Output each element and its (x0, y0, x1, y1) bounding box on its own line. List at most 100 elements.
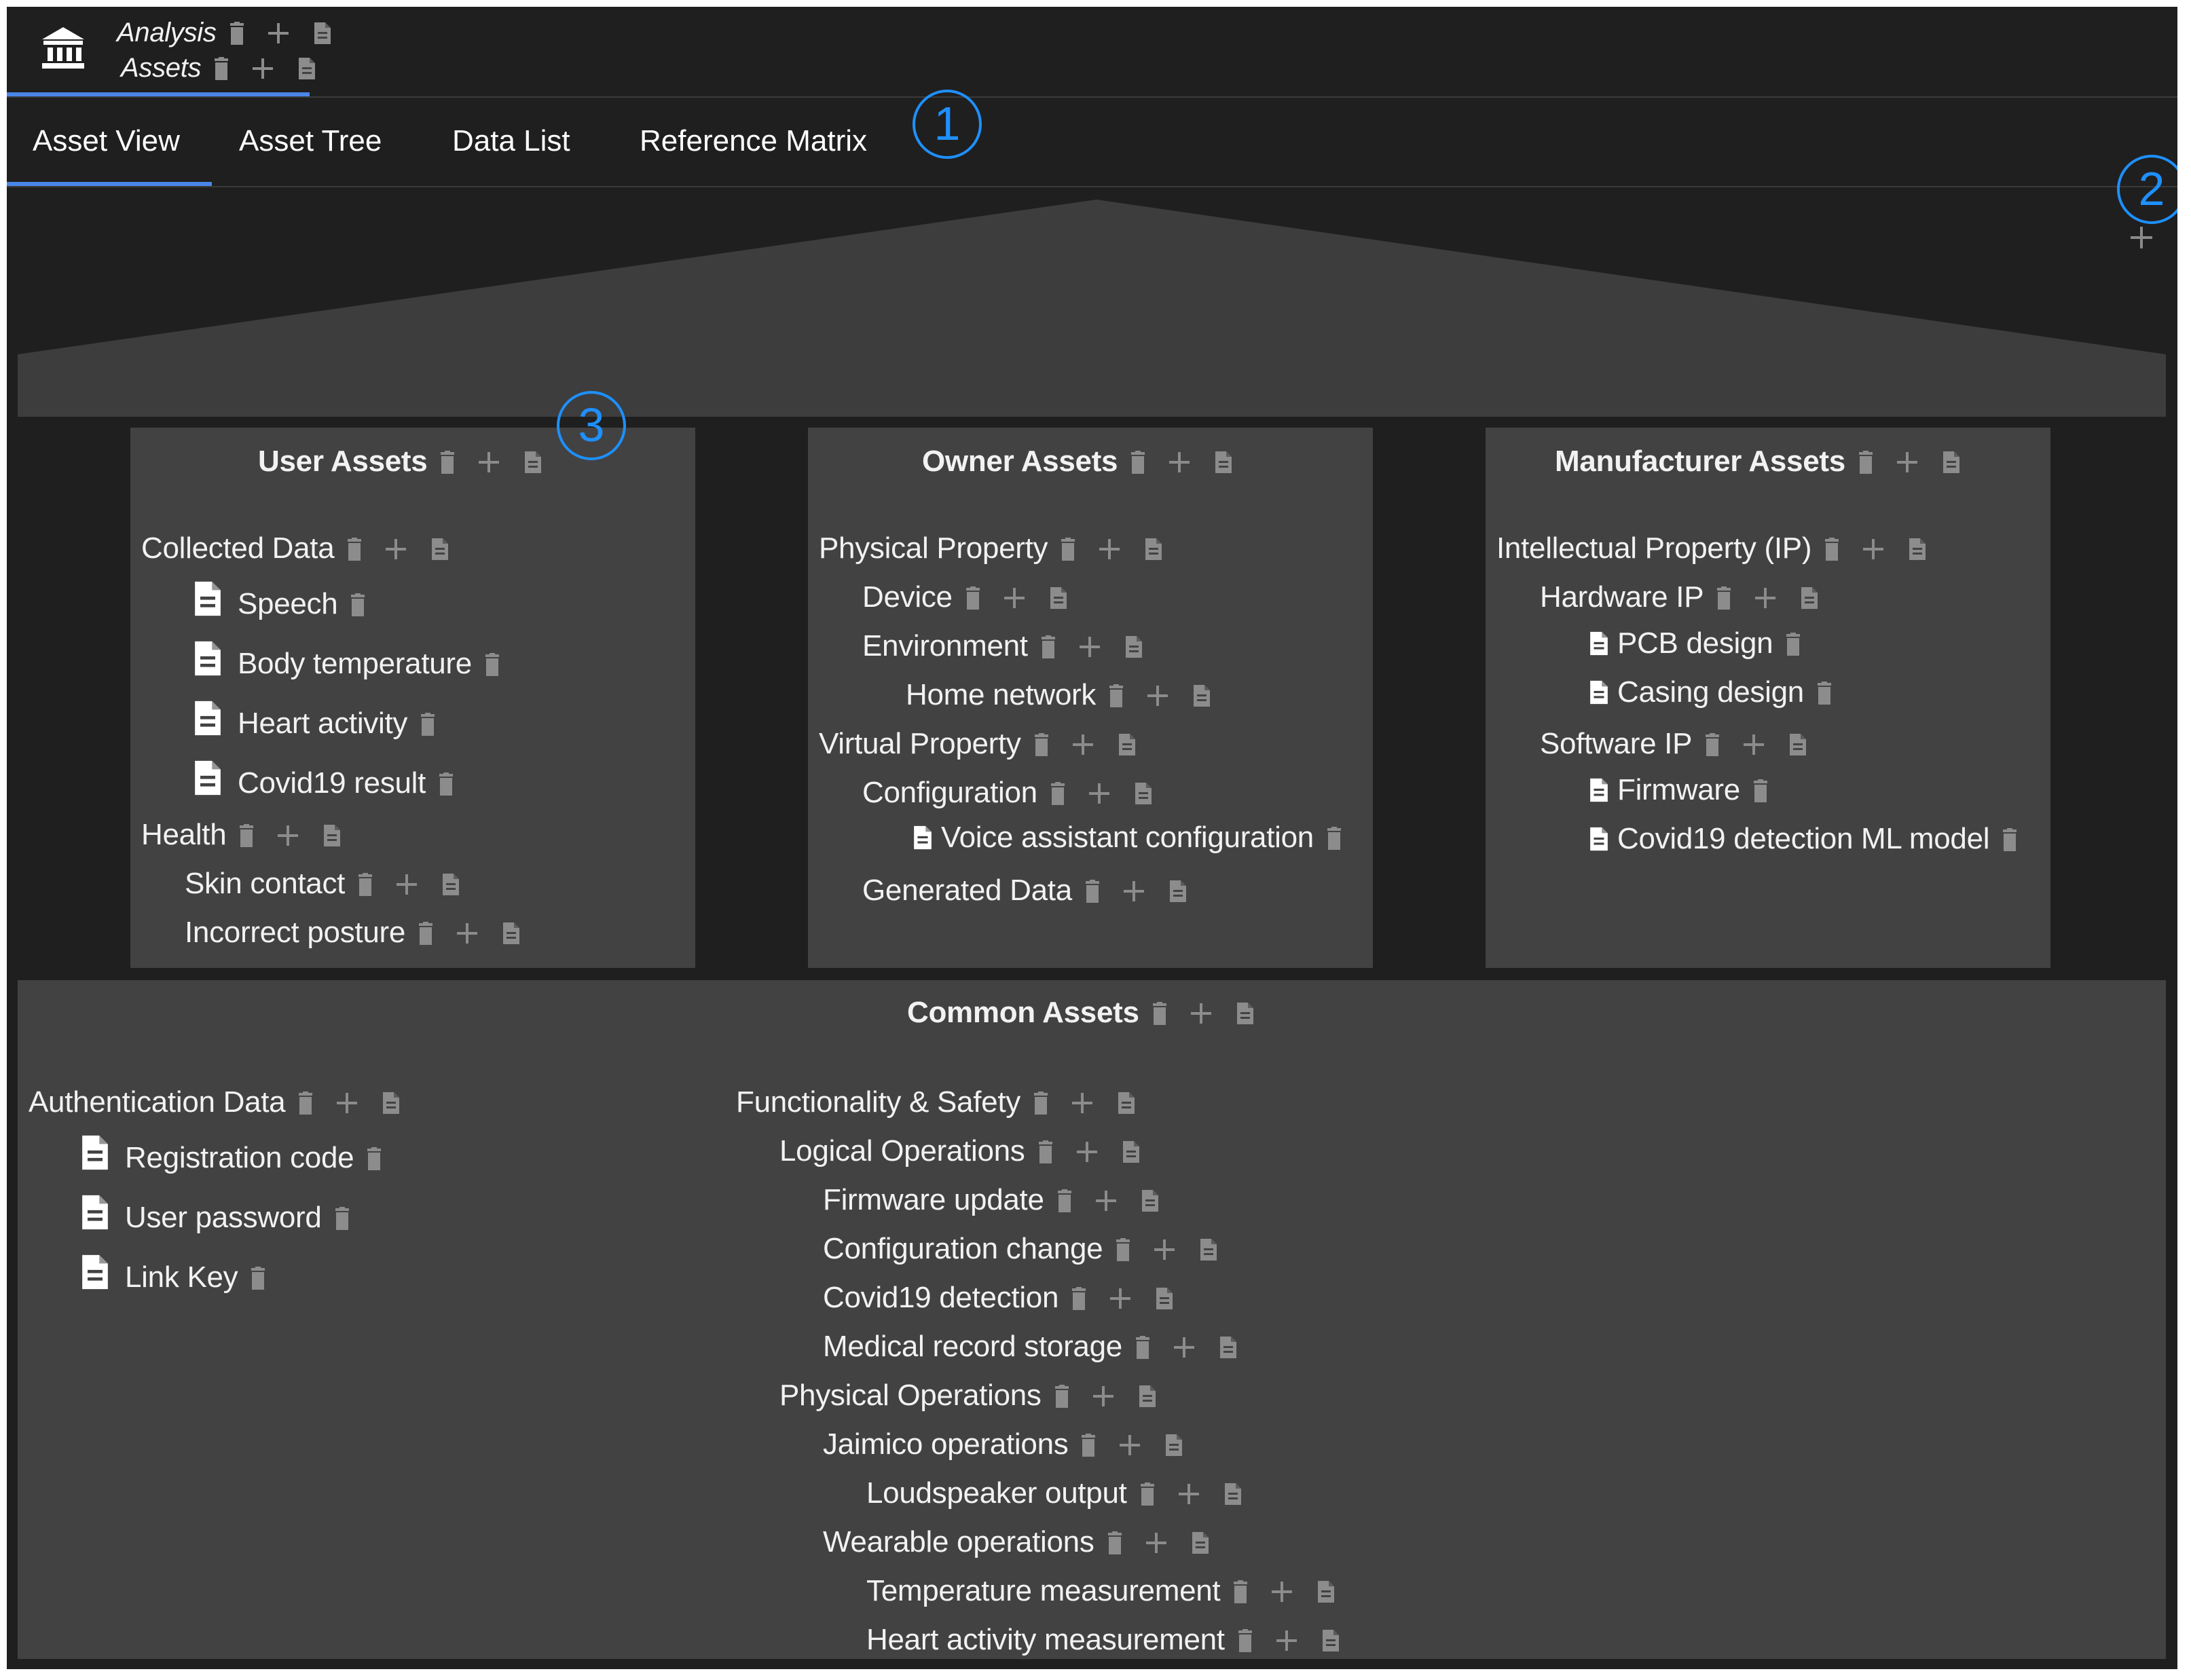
delete-icon[interactable] (297, 1091, 314, 1115)
document-icon[interactable] (1321, 1628, 1340, 1654)
add-icon[interactable] (1153, 1238, 1176, 1261)
delete-icon[interactable] (366, 1147, 382, 1170)
delete-icon[interactable] (1752, 779, 1769, 802)
document-icon[interactable] (441, 872, 460, 897)
delete-icon[interactable] (1060, 538, 1076, 561)
asset-item[interactable]: Voice assistant configuration (941, 819, 1314, 857)
document-icon[interactable] (1155, 1286, 1174, 1311)
add-icon[interactable] (1275, 1629, 1298, 1652)
delete-icon[interactable] (1054, 1385, 1070, 1408)
document-icon[interactable] (1199, 1237, 1218, 1263)
asset-item[interactable]: Physical Operations (779, 1377, 1042, 1415)
add-icon[interactable] (1109, 1287, 1132, 1310)
delete-icon[interactable] (1130, 451, 1146, 474)
asset-item[interactable]: Hardware IP (1540, 578, 1704, 616)
delete-icon[interactable] (965, 586, 981, 610)
asset-item[interactable]: Body temperature (238, 645, 472, 683)
document-icon[interactable] (1118, 732, 1137, 758)
asset-item[interactable]: Heart activity measurement (866, 1621, 1225, 1659)
asset-item[interactable]: Jaimico operations (823, 1425, 1069, 1463)
document-icon[interactable] (1191, 1530, 1210, 1556)
delete-icon[interactable] (346, 538, 363, 561)
delete-icon[interactable] (420, 713, 436, 736)
asset-item[interactable]: Firmware update (823, 1181, 1044, 1219)
add-icon[interactable] (1862, 538, 1885, 561)
delete-icon[interactable] (439, 451, 456, 474)
asset-item[interactable]: Casing design (1617, 673, 1804, 711)
delete-icon[interactable] (357, 873, 373, 896)
add-icon[interactable] (1190, 1002, 1213, 1025)
add-icon[interactable] (1270, 1580, 1293, 1603)
delete-icon[interactable] (1080, 1434, 1097, 1457)
delete-icon[interactable] (1071, 1287, 1087, 1310)
document-icon[interactable] (1942, 449, 1961, 475)
delete-icon[interactable] (1108, 684, 1124, 707)
asset-item[interactable]: Firmware (1617, 771, 1740, 809)
document-icon[interactable] (1122, 1139, 1141, 1165)
asset-item[interactable]: Temperature measurement (866, 1572, 1221, 1610)
delete-icon[interactable] (1135, 1336, 1151, 1359)
delete-icon[interactable] (1040, 635, 1056, 658)
asset-item[interactable]: Loudspeaker output (866, 1474, 1127, 1512)
document-icon[interactable] (1141, 1188, 1160, 1214)
add-icon[interactable] (1118, 1434, 1141, 1457)
delete-icon[interactable] (1785, 633, 1801, 656)
delete-icon[interactable] (1115, 1238, 1131, 1261)
add-icon[interactable] (276, 824, 299, 847)
document-icon[interactable] (313, 20, 332, 46)
delete-icon[interactable] (334, 1207, 350, 1230)
asset-item[interactable]: Medical record storage (823, 1328, 1122, 1366)
asset-item[interactable]: Functionality & Safety (736, 1083, 1020, 1121)
document-icon[interactable] (323, 823, 342, 848)
add-icon[interactable] (1742, 733, 1765, 756)
add-icon[interactable] (1896, 451, 1919, 474)
add-icon[interactable] (395, 873, 418, 896)
document-icon[interactable] (1236, 1001, 1255, 1026)
add-icon[interactable] (1146, 684, 1169, 707)
document-icon[interactable] (1049, 585, 1068, 611)
asset-item[interactable]: Speech (238, 585, 338, 623)
document-icon[interactable] (1164, 1432, 1183, 1458)
asset-item[interactable]: Registration code (125, 1139, 354, 1177)
delete-icon[interactable] (1816, 682, 1833, 705)
document-icon[interactable] (297, 56, 316, 81)
asset-item[interactable]: Configuration (862, 774, 1037, 812)
document-icon[interactable] (523, 449, 542, 475)
asset-item[interactable]: PCB design (1617, 624, 1773, 662)
delete-icon[interactable] (1704, 733, 1720, 756)
delete-icon[interactable] (2002, 828, 2018, 851)
asset-item[interactable]: Software IP (1540, 725, 1692, 763)
delete-icon[interactable] (1232, 1580, 1249, 1603)
delete-icon[interactable] (229, 22, 245, 45)
add-icon[interactable] (1071, 1091, 1094, 1115)
delete-icon[interactable] (438, 772, 454, 796)
document-icon[interactable] (502, 920, 521, 946)
add-icon[interactable] (1078, 635, 1101, 658)
add-icon[interactable] (1177, 1482, 1200, 1506)
delete-icon[interactable] (484, 653, 500, 676)
document-icon[interactable] (1134, 781, 1153, 806)
delete-icon[interactable] (1858, 451, 1874, 474)
add-icon[interactable] (1003, 586, 1026, 610)
add-icon[interactable] (1173, 1336, 1196, 1359)
delete-icon[interactable] (1152, 1002, 1168, 1025)
add-icon[interactable] (1075, 1140, 1099, 1163)
delete-icon[interactable] (418, 922, 434, 945)
document-icon[interactable] (1124, 634, 1143, 660)
delete-icon[interactable] (1716, 586, 1732, 610)
asset-item[interactable]: Link Key (125, 1258, 238, 1296)
asset-item[interactable]: Covid19 result (238, 764, 426, 802)
add-icon[interactable] (251, 57, 274, 80)
asset-item[interactable]: Heart activity (238, 705, 407, 743)
delete-icon[interactable] (1033, 1091, 1049, 1115)
asset-item[interactable]: Intellectual Property (IP) (1496, 529, 1811, 567)
delete-icon[interactable] (213, 57, 229, 80)
document-icon[interactable] (1317, 1579, 1336, 1605)
add-icon[interactable] (1145, 1531, 1168, 1554)
asset-item[interactable]: Incorrect posture (185, 914, 405, 952)
delete-icon[interactable] (1056, 1189, 1073, 1212)
add-icon[interactable] (477, 451, 500, 474)
asset-item[interactable]: Generated Data (862, 872, 1072, 910)
asset-item[interactable]: Virtual Property (819, 725, 1021, 763)
delete-icon[interactable] (1037, 1140, 1054, 1163)
